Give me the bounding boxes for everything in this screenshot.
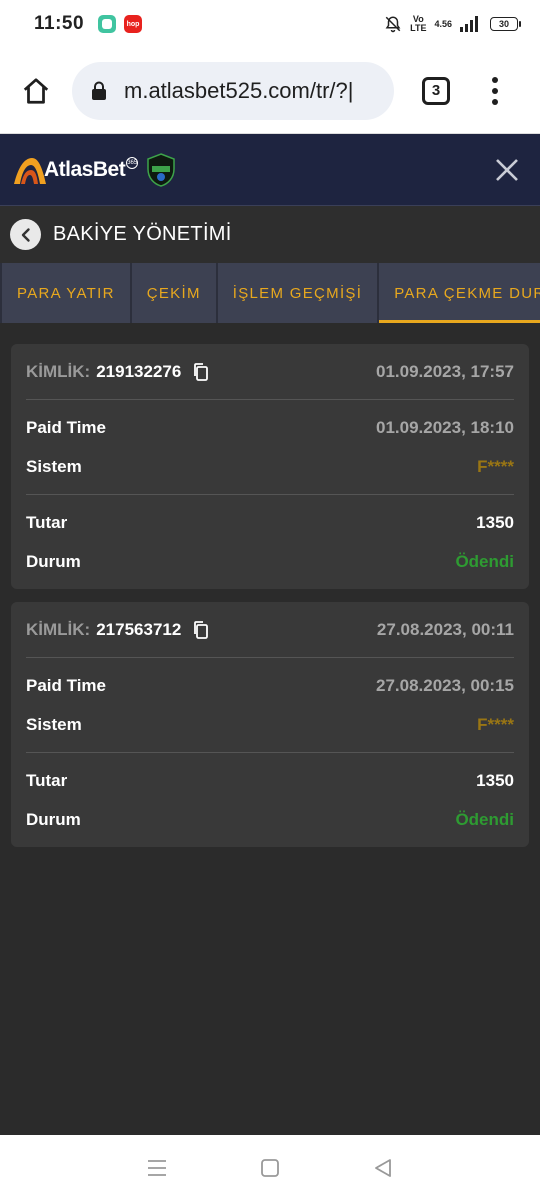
paid-time-row: Paid Time 01.09.2023, 18:10: [26, 408, 514, 447]
volte-indicator: Vo LTE: [410, 14, 427, 33]
withdrawal-list: KİMLİK: 219132276 01.09.2023, 17:57 Paid…: [0, 323, 540, 1135]
system-label: Sistem: [26, 456, 82, 476]
system-value: F****: [477, 714, 514, 734]
request-date: 27.08.2023, 00:11: [376, 619, 514, 639]
paid-time-value: 01.09.2023, 18:10: [375, 417, 514, 437]
amount-label: Tutar: [26, 512, 68, 532]
transaction-card: KİMLİK: 217563712 27.08.2023, 00:11 Paid…: [11, 602, 529, 847]
amount-row: Tutar 1350: [26, 503, 514, 542]
signal-icon: [460, 16, 478, 32]
status-value: Ödendi: [455, 809, 514, 829]
hop-notification-icon: hop: [124, 15, 143, 33]
tab-withdraw[interactable]: ÇEKİM: [132, 263, 218, 323]
request-date: 01.09.2023, 17:57: [375, 361, 514, 381]
card-header: KİMLİK: 217563712 27.08.2023, 00:11: [26, 602, 514, 658]
id-label: KİMLİK:: [26, 361, 91, 381]
card-header: KİMLİK: 219132276 01.09.2023, 17:57: [26, 344, 514, 400]
status-value: Ödendi: [455, 551, 514, 571]
amount-value: 1350: [476, 512, 514, 532]
amount-group: Tutar 1350 Durum Ödendi: [26, 495, 514, 589]
close-icon[interactable]: [494, 157, 520, 183]
copy-icon[interactable]: [191, 620, 211, 640]
amount-value: 1350: [476, 770, 514, 790]
browser-menu-button[interactable]: [492, 76, 498, 105]
brand-name: AtlasBet: [44, 157, 126, 181]
tab-withdrawal-status[interactable]: PARA ÇEKME DURUMU: [379, 263, 540, 323]
chevron-left-icon: [21, 227, 30, 242]
license-shield-icon: [147, 152, 175, 187]
app-notification-icon: [98, 15, 117, 33]
status-bar: 11:50 hop Vo LTE 4.56 30: [0, 0, 540, 48]
amount-group: Tutar 1350 Durum Ödendi: [26, 753, 514, 847]
id-label: KİMLİK:: [26, 619, 91, 639]
brand-badge: 365: [126, 156, 139, 169]
transaction-id: 217563712: [96, 619, 182, 639]
atlasbet-logo-icon: [14, 157, 46, 184]
menu-dot-icon: [492, 87, 498, 94]
home-nav-icon[interactable]: [258, 1156, 282, 1180]
paid-time-row: Paid Time 27.08.2023, 00:15: [26, 666, 514, 705]
balance-tabs: PARA YATIR ÇEKİM İŞLEM GEÇMİŞİ PARA ÇEKM…: [0, 263, 540, 323]
system-nav-bar: [0, 1135, 540, 1200]
home-button[interactable]: [18, 73, 54, 109]
url-field[interactable]: m.atlasbet525.com/tr/?|: [72, 61, 394, 120]
brand-logo[interactable]: AtlasBet 365: [12, 152, 176, 187]
back-nav-icon[interactable]: [371, 1156, 395, 1180]
page-title-bar: BAKİYE YÖNETİMİ: [0, 206, 540, 263]
page-title: BAKİYE YÖNETİMİ: [53, 223, 232, 245]
details-group: Paid Time 01.09.2023, 18:10 Sistem F****: [26, 400, 514, 495]
amount-label: Tutar: [26, 770, 68, 790]
url-text: m.atlasbet525.com/tr/?|: [124, 77, 354, 103]
tab-switcher-button[interactable]: 3: [422, 76, 450, 105]
transaction-id: 219132276: [96, 361, 182, 381]
menu-dot-icon: [492, 76, 498, 83]
home-icon: [23, 77, 49, 104]
menu-dot-icon: [492, 98, 498, 105]
lock-icon: [92, 81, 106, 100]
notification-icons: hop: [98, 15, 143, 33]
mute-bell-icon: [385, 16, 401, 33]
network-indicator: 4.56: [434, 19, 452, 29]
battery-icon: 30: [490, 17, 521, 31]
system-row: Sistem F****: [26, 447, 514, 486]
browser-toolbar: m.atlasbet525.com/tr/?| 3: [0, 48, 540, 134]
site-header: AtlasBet 365: [0, 134, 540, 206]
paid-time-label: Paid Time: [26, 417, 106, 437]
status-row: Durum Ödendi: [26, 800, 514, 839]
recent-apps-icon[interactable]: [145, 1156, 169, 1180]
system-value: F****: [477, 456, 514, 476]
transaction-card: KİMLİK: 219132276 01.09.2023, 17:57 Paid…: [11, 344, 529, 589]
status-label: Durum: [26, 551, 81, 571]
status-indicators: Vo LTE 4.56 30: [384, 14, 521, 33]
copy-icon[interactable]: [191, 362, 211, 382]
back-button[interactable]: [10, 219, 41, 250]
system-label: Sistem: [26, 714, 82, 734]
tab-deposit[interactable]: PARA YATIR: [0, 263, 132, 323]
tab-transaction-history[interactable]: İŞLEM GEÇMİŞİ: [218, 263, 380, 323]
details-group: Paid Time 27.08.2023, 00:15 Sistem F****: [26, 658, 514, 753]
status-label: Durum: [26, 809, 81, 829]
amount-row: Tutar 1350: [26, 761, 514, 800]
system-row: Sistem F****: [26, 705, 514, 744]
paid-time-value: 27.08.2023, 00:15: [375, 675, 514, 695]
paid-time-label: Paid Time: [26, 675, 106, 695]
status-row: Durum Ödendi: [26, 542, 514, 581]
status-time: 11:50: [34, 13, 85, 34]
